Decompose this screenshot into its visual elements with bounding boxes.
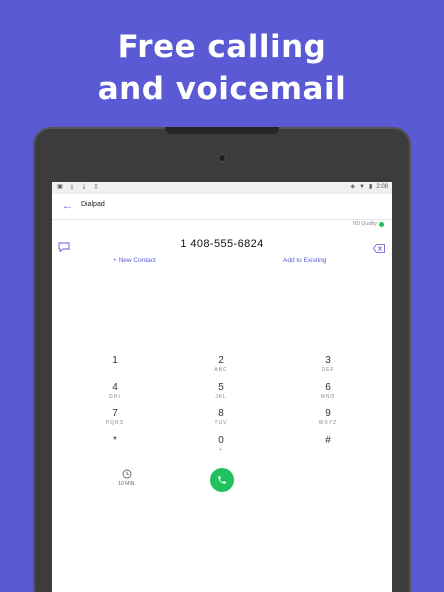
camera-icon: [219, 155, 225, 161]
notification-icons: ▣ ⤓ ⤓ ▯: [57, 184, 99, 191]
key-letters: +: [219, 447, 223, 453]
key-1[interactable]: 1: [95, 355, 135, 367]
key-digit: #: [325, 435, 331, 446]
key-star[interactable]: *: [95, 435, 135, 447]
back-arrow-icon[interactable]: ←: [62, 199, 73, 213]
download-icon: ⤓: [82, 184, 86, 190]
headline-line-1: Free calling: [117, 29, 327, 65]
image-notification-icon: ▣: [57, 184, 63, 190]
key-digit: 3: [325, 355, 331, 366]
hd-quality-label: HD Quality: [352, 221, 377, 227]
tablet-top-edge: [165, 127, 279, 134]
phone-notification-icon: ▯: [94, 184, 98, 190]
key-hash[interactable]: #: [308, 435, 348, 447]
key-letters: WXYZ: [318, 420, 338, 426]
page-title: Dialpad: [81, 201, 105, 208]
key-8[interactable]: 8 TUV: [201, 408, 241, 427]
add-to-existing-link[interactable]: Add to Existing: [283, 257, 326, 264]
key-letters: JKL: [215, 394, 227, 400]
key-4[interactable]: 4 GHI: [95, 382, 135, 401]
key-7[interactable]: 7 PQRS: [95, 408, 135, 427]
new-contact-link[interactable]: + New Contact: [113, 257, 156, 264]
key-letters: PQRS: [105, 420, 125, 426]
key-digit: 7: [112, 408, 118, 419]
hd-quality-indicator: HD Quality: [353, 221, 384, 227]
wifi-icon: ▼: [359, 184, 365, 190]
key-digit: 6: [325, 382, 331, 393]
dialed-number: 1 408-555-6824: [180, 238, 264, 250]
key-letters: TUV: [214, 420, 228, 426]
download-icon: ⤓: [70, 184, 74, 190]
key-digit: 9: [325, 408, 331, 419]
key-digit: 5: [218, 382, 224, 393]
key-letters: MNO: [320, 394, 336, 400]
key-digit: 0: [218, 435, 224, 446]
key-letters: GHI: [109, 394, 121, 400]
status-bar: ▣ ⤓ ⤓ ▯ ◈ ▼ ▮ 2:08: [52, 182, 392, 194]
minutes-label: 10 MIN.: [118, 481, 136, 487]
battery-icon: ▮: [369, 184, 373, 190]
key-digit: 2: [218, 355, 224, 366]
headline-line-2: and voicemail: [97, 71, 347, 107]
key-6[interactable]: 6 MNO: [308, 382, 348, 401]
status-time: 2:08: [376, 184, 388, 190]
key-3[interactable]: 3 DEF: [308, 355, 348, 374]
key-letters: DEF: [321, 367, 335, 373]
key-0[interactable]: 0 +: [201, 435, 241, 454]
hd-status-dot-icon: [379, 221, 384, 227]
clock-icon: [122, 469, 132, 479]
key-digit: 4: [112, 382, 118, 393]
vibrate-icon: ◈: [350, 184, 356, 190]
key-9[interactable]: 9 WXYZ: [308, 408, 348, 427]
minutes-remaining-button[interactable]: 10 MIN.: [107, 469, 147, 487]
key-letters: ABC: [214, 367, 228, 373]
key-2[interactable]: 2 ABC: [201, 355, 241, 374]
key-5[interactable]: 5 JKL: [201, 382, 241, 401]
app-bar: ← Dialpad: [52, 194, 392, 220]
key-digit: 1: [112, 355, 118, 366]
promo-headline: Free calling and voicemail: [0, 26, 444, 110]
call-button[interactable]: [210, 468, 234, 492]
app-screen: ▣ ⤓ ⤓ ▯ ◈ ▼ ▮ 2:08 ← Dialpad HD Quality …: [52, 182, 392, 592]
phone-icon: [218, 476, 226, 484]
key-digit: *: [113, 435, 117, 446]
system-indicators: ◈ ▼ ▮ 2:08: [350, 184, 388, 191]
key-digit: 8: [218, 408, 224, 419]
backspace-icon[interactable]: [373, 240, 385, 253]
